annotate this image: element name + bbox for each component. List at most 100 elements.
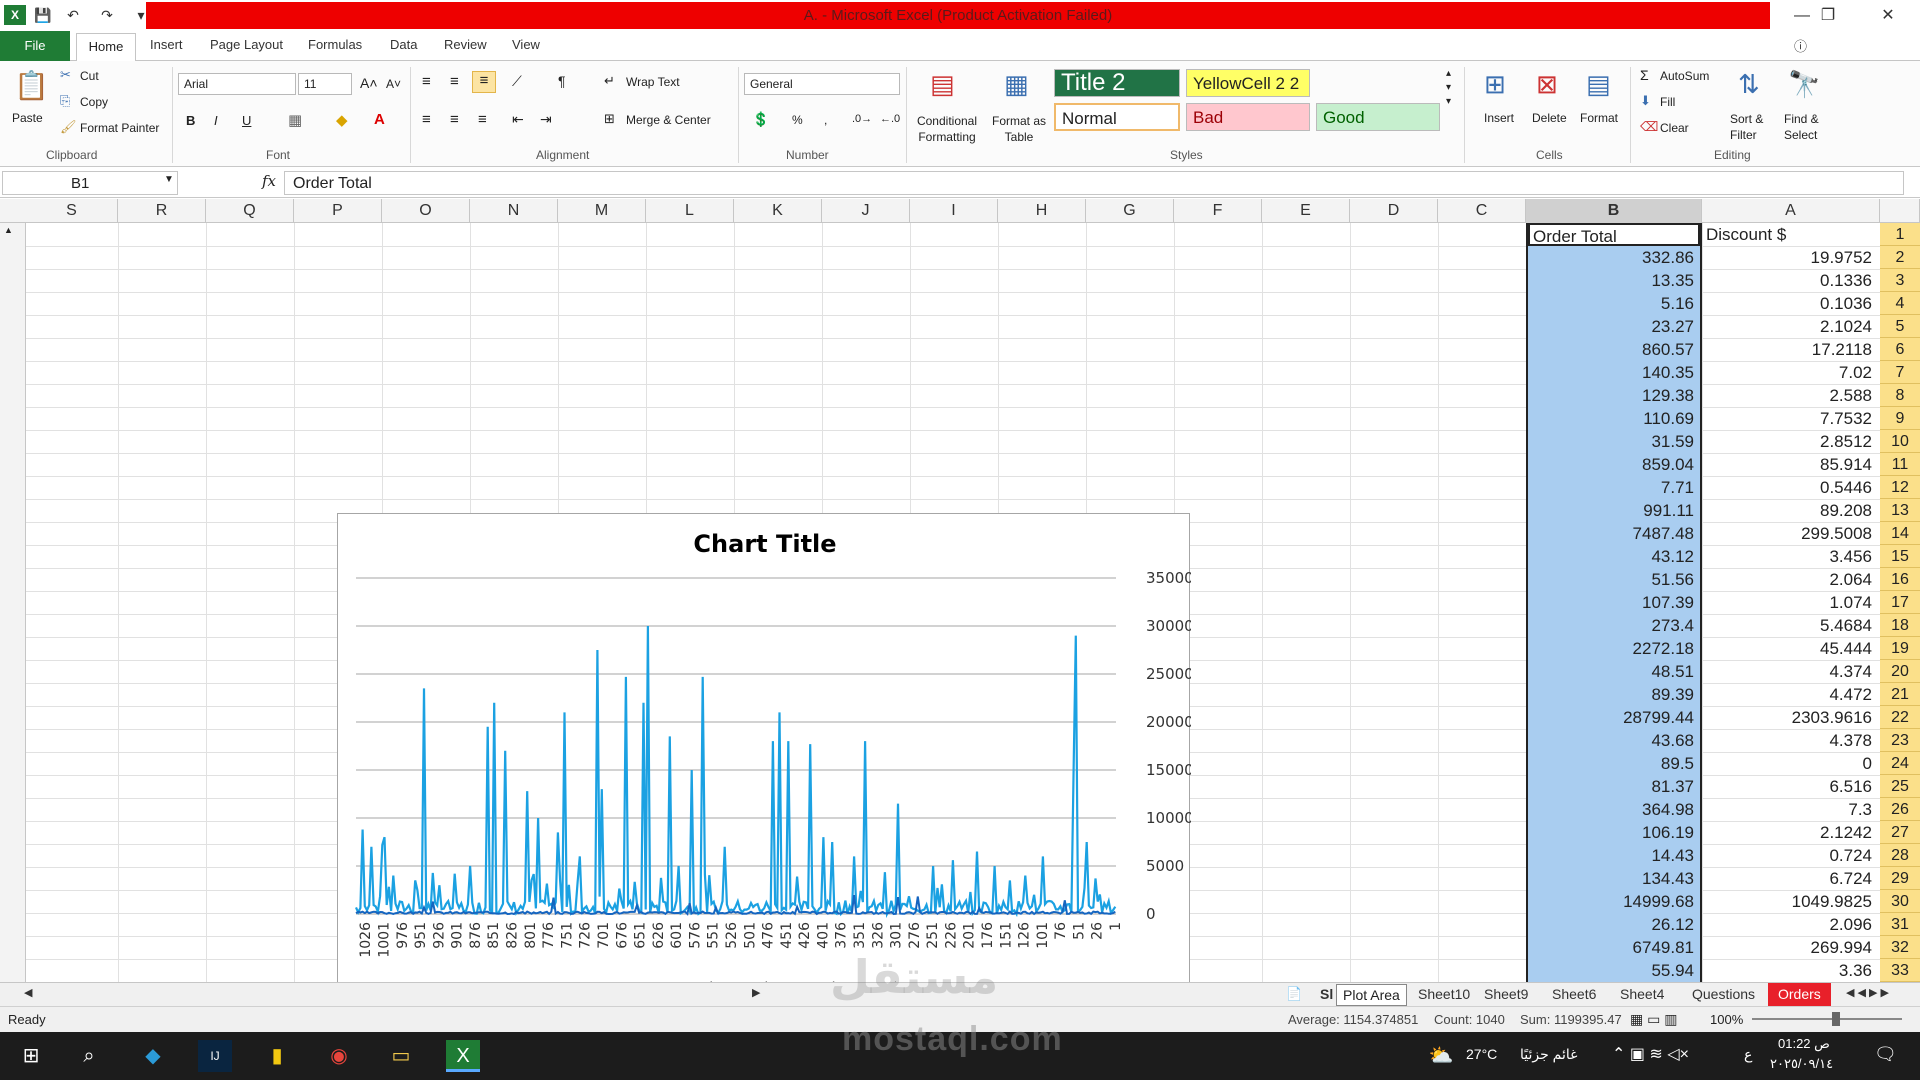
borders-icon[interactable]: ▦ <box>288 111 302 129</box>
row-header-32[interactable]: 32 <box>1880 936 1920 959</box>
row-header-27[interactable]: 27 <box>1880 821 1920 844</box>
cell-a30[interactable]: 1049.9825 <box>1702 890 1878 913</box>
format-as-table-icon[interactable]: ▦ <box>1004 69 1029 100</box>
sort-filter-icon[interactable]: ⇅ <box>1738 69 1760 100</box>
cell-a25[interactable]: 6.516 <box>1702 775 1878 798</box>
comma-button[interactable]: , <box>824 113 827 127</box>
sheet-tab-questions[interactable]: Questions <box>1692 986 1755 1002</box>
new-sheet-icon[interactable]: 📄 <box>1286 986 1302 1002</box>
find-select-icon[interactable]: 🔭 <box>1788 69 1820 100</box>
fill-icon[interactable]: ⬇ <box>1640 93 1651 109</box>
insert-cells-icon[interactable]: ⊞ <box>1484 69 1506 100</box>
font-name-dropdown[interactable]: Arial <box>178 73 296 95</box>
format-painter-icon[interactable]: 🖌 <box>60 119 77 135</box>
row-header-24[interactable]: 24 <box>1880 752 1920 775</box>
powerbi-icon[interactable]: ▮ <box>260 1040 294 1072</box>
row-header-14[interactable]: 14 <box>1880 522 1920 545</box>
cell-a11[interactable]: 85.914 <box>1702 453 1878 476</box>
autosum-button[interactable]: AutoSum <box>1660 69 1709 83</box>
number-format-dropdown[interactable]: General <box>744 73 900 95</box>
style-normal[interactable]: Normal <box>1054 103 1180 131</box>
column-header-h[interactable]: H <box>998 199 1086 223</box>
cell-a7[interactable]: 7.02 <box>1702 361 1878 384</box>
cell-a9[interactable]: 7.7532 <box>1702 407 1878 430</box>
undo-icon[interactable]: ↶ <box>62 5 84 25</box>
cell-a22[interactable]: 2303.9616 <box>1702 706 1878 729</box>
insert-button[interactable]: Insert <box>1484 111 1514 125</box>
close-button[interactable]: ✕ <box>1868 4 1908 28</box>
row-header-20[interactable]: 20 <box>1880 660 1920 683</box>
fill-color-icon[interactable]: ◆ <box>336 111 348 129</box>
conditional-formatting-button[interactable]: Conditional Formatting <box>910 113 984 145</box>
row-header-4[interactable]: 4 <box>1880 292 1920 315</box>
clock-date[interactable]: ٢٠٢٥/٠٩/١٤ <box>1770 1056 1833 1072</box>
tab-view[interactable]: View <box>512 37 540 52</box>
row-header-9[interactable]: 9 <box>1880 407 1920 430</box>
row-header-11[interactable]: 11 <box>1880 453 1920 476</box>
cell-a19[interactable]: 45.444 <box>1702 637 1878 660</box>
column-header-d[interactable]: D <box>1350 199 1438 223</box>
maximize-button[interactable]: ❐ <box>1808 4 1848 28</box>
font-color-icon[interactable]: A <box>374 111 385 128</box>
cell-a5[interactable]: 2.1024 <box>1702 315 1878 338</box>
row-header-30[interactable]: 30 <box>1880 890 1920 913</box>
cell-a15[interactable]: 3.456 <box>1702 545 1878 568</box>
row-header-25[interactable]: 25 <box>1880 775 1920 798</box>
row-header-13[interactable]: 13 <box>1880 499 1920 522</box>
worksheet-grid[interactable]: SRQPONMLKJIHGFEDCBA Order Total Discount … <box>0 199 1920 1009</box>
cut-button[interactable]: Cut <box>80 69 99 83</box>
row-header-15[interactable]: 15 <box>1880 545 1920 568</box>
column-header-c[interactable]: C <box>1438 199 1526 223</box>
bold-button[interactable]: B <box>186 113 195 128</box>
delete-button[interactable]: Delete <box>1532 111 1567 125</box>
formula-input[interactable]: Order Total <box>284 171 1904 195</box>
jetbrains-icon[interactable]: IJ <box>198 1040 232 1072</box>
wrap-text-button[interactable]: Wrap Text <box>626 75 680 89</box>
tab-insert[interactable]: Insert <box>150 37 183 52</box>
cell-a8[interactable]: 2.588 <box>1702 384 1878 407</box>
vertical-scrollbar[interactable]: ▲ <box>0 223 26 982</box>
save-icon[interactable]: 💾 <box>32 5 54 25</box>
row-header-16[interactable]: 16 <box>1880 568 1920 591</box>
excel-taskbar-icon[interactable]: X <box>446 1040 480 1072</box>
decrease-decimal-icon[interactable]: ←.0 <box>880 113 900 125</box>
font-size-dropdown[interactable]: 11 <box>298 73 352 95</box>
cell-a33[interactable]: 3.36 <box>1702 959 1878 982</box>
weather-temp[interactable]: 27°C <box>1466 1046 1497 1062</box>
cell-a32[interactable]: 269.994 <box>1702 936 1878 959</box>
row-header-7[interactable]: 7 <box>1880 361 1920 384</box>
help-icon[interactable]: ⓘ <box>1794 36 1807 55</box>
column-header-p[interactable]: P <box>294 199 382 223</box>
chart-title[interactable]: Chart Title <box>693 530 836 558</box>
column-header-b[interactable]: B <box>1526 199 1702 223</box>
format-as-table-button[interactable]: Format as Table <box>988 113 1050 145</box>
sheet-tab-sheet10[interactable]: Sheet10 <box>1418 986 1470 1002</box>
fill-button[interactable]: Fill <box>1660 95 1675 109</box>
notifications-icon[interactable]: 🗨 <box>1874 1044 1897 1065</box>
cell-a12[interactable]: 0.5446 <box>1702 476 1878 499</box>
paste-button[interactable]: Paste <box>12 111 43 125</box>
sheet-tab-sheet4[interactable]: Sheet4 <box>1620 986 1664 1002</box>
format-button[interactable]: Format <box>1580 111 1618 125</box>
insert-function-icon[interactable]: fx <box>262 172 276 190</box>
tab-review[interactable]: Review <box>444 37 487 52</box>
align-middle-icon[interactable]: ≡ <box>450 73 459 90</box>
style-good[interactable]: Good <box>1316 103 1440 131</box>
autosum-icon[interactable]: Σ <box>1640 67 1649 83</box>
style-title2[interactable]: Title 2 <box>1054 69 1180 97</box>
column-header-m[interactable]: M <box>558 199 646 223</box>
tab-page-layout[interactable]: Page Layout <box>210 37 283 52</box>
cell-a20[interactable]: 4.374 <box>1702 660 1878 683</box>
column-header-q[interactable]: Q <box>206 199 294 223</box>
cell-a26[interactable]: 7.3 <box>1702 798 1878 821</box>
sheet-tab-orders[interactable]: Orders <box>1768 983 1831 1007</box>
tray-icons[interactable]: ⌃ ▣ ≋ ◁× <box>1612 1044 1689 1064</box>
row-header-2[interactable]: 2 <box>1880 246 1920 269</box>
cell-a18[interactable]: 5.4684 <box>1702 614 1878 637</box>
increase-indent-icon[interactable]: ⇥ <box>540 111 552 128</box>
cell-a31[interactable]: 2.096 <box>1702 913 1878 936</box>
format-cells-icon[interactable]: ▤ <box>1586 69 1611 100</box>
sheet-nav-arrows-icon[interactable]: ◀ ◀ ▶ ▶ <box>1846 986 1889 999</box>
sort-filter-button[interactable]: Sort & Filter <box>1730 111 1780 143</box>
column-header-r[interactable]: R <box>118 199 206 223</box>
